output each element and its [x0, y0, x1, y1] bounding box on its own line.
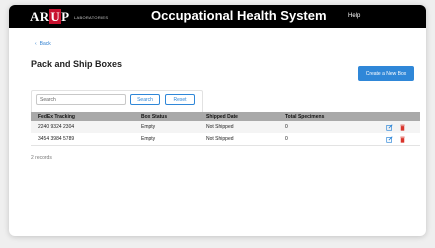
page-title: Pack and Ship Boxes — [31, 59, 123, 69]
col-box-status[interactable]: Box Status — [141, 114, 167, 120]
logo-wordmark: ARUP — [30, 9, 70, 24]
total-specimens-cell: 0 — [285, 136, 288, 142]
chevron-left-icon: ‹ — [35, 41, 37, 47]
app-title: Occupational Health System — [151, 8, 327, 23]
create-new-box-button[interactable]: Create a New Box — [358, 66, 414, 81]
logo-subtext: LABORATORIES — [74, 15, 109, 20]
box-status-cell: Empty — [141, 136, 156, 142]
records-count: 2 records — [31, 155, 52, 161]
table-header: FedEx Tracking Box Status Shipped Date T… — [31, 112, 420, 121]
search-input[interactable]: Search — [36, 94, 126, 105]
help-link[interactable]: Help — [348, 13, 360, 19]
fedex-tracking-cell: 3454 3984 5789 — [38, 136, 75, 142]
box-status-cell: Empty — [141, 124, 156, 130]
fedex-tracking-cell: 2240 9324 2304 — [38, 124, 75, 130]
col-shipped-date[interactable]: Shipped Date — [206, 114, 238, 120]
shipped-date-cell: Not Shipped — [206, 124, 234, 130]
shipped-date-cell: Not Shipped — [206, 136, 234, 142]
search-button[interactable]: Search — [130, 94, 160, 105]
delete-icon[interactable] — [399, 124, 406, 131]
edit-icon[interactable] — [386, 124, 393, 131]
col-total-specimens[interactable]: Total Specimens — [285, 114, 324, 120]
delete-icon[interactable] — [399, 136, 406, 143]
app-window: ARUP LABORATORIES Occupational Health Sy… — [9, 5, 426, 236]
total-specimens-cell: 0 — [285, 124, 288, 130]
reset-button[interactable]: Reset — [165, 94, 195, 105]
back-label: Back — [39, 41, 51, 47]
col-fedex-tracking[interactable]: FedEx Tracking — [38, 114, 75, 120]
edit-icon[interactable] — [386, 136, 393, 143]
top-navbar: ARUP LABORATORIES Occupational Health Sy… — [9, 5, 426, 28]
table-row[interactable]: 3454 3984 5789 Empty Not Shipped 0 — [31, 133, 420, 146]
back-link[interactable]: ‹ Back — [35, 41, 51, 47]
